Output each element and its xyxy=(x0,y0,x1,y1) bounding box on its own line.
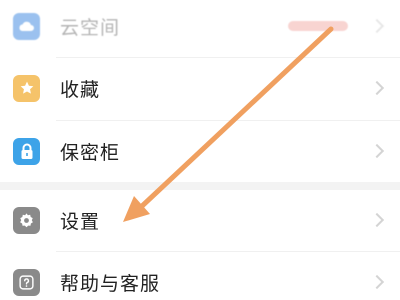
menu-item-label: 设置 xyxy=(60,210,101,233)
menu-item-label: 收藏 xyxy=(60,78,101,101)
menu-item-safe-box[interactable]: 保密柜 xyxy=(0,121,400,181)
star-icon xyxy=(13,74,40,102)
menu-screen: 云空间 收藏 保密柜 设置 帮助与客服 xyxy=(0,0,400,300)
chevron-right-icon xyxy=(369,274,385,290)
menu-item-favorites[interactable]: 收藏 xyxy=(0,58,400,118)
lock-icon xyxy=(13,137,40,165)
help-icon xyxy=(13,268,40,296)
menu-item-label: 保密柜 xyxy=(60,141,121,164)
chevron-right-icon xyxy=(369,18,385,34)
menu-item-settings[interactable]: 设置 xyxy=(0,190,400,250)
cloud-icon xyxy=(13,12,40,40)
blurred-badge xyxy=(288,21,348,31)
menu-item-cloud-space[interactable]: 云空间 xyxy=(0,0,400,56)
chevron-right-icon xyxy=(369,143,385,159)
menu-item-help-support[interactable]: 帮助与客服 xyxy=(0,252,400,300)
chevron-right-icon xyxy=(369,212,385,228)
gear-icon xyxy=(13,206,40,234)
menu-item-label: 云空间 xyxy=(60,16,121,39)
section-separator xyxy=(0,182,400,190)
menu-item-label: 帮助与客服 xyxy=(60,272,161,295)
chevron-right-icon xyxy=(369,80,385,96)
